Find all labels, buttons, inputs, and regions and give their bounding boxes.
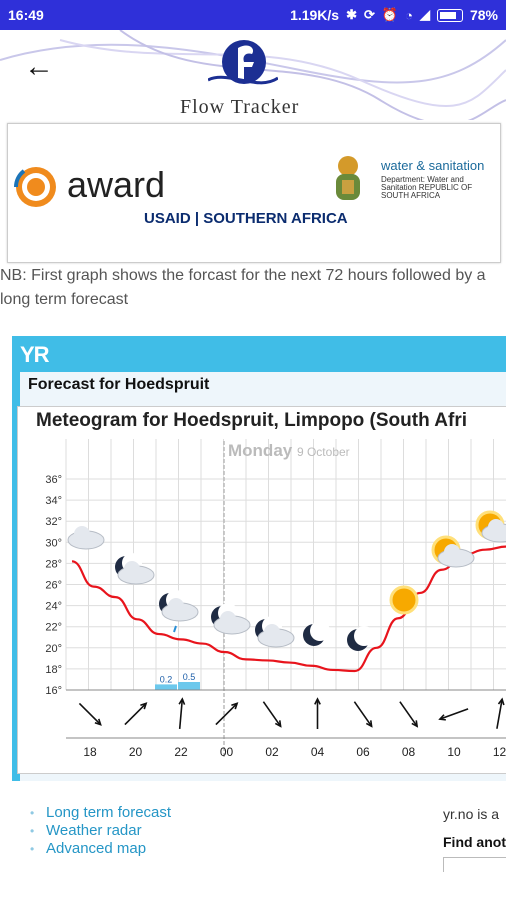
y-tick-label: 32° — [45, 516, 62, 528]
x-tick-label: 00 — [220, 745, 234, 759]
day-date: 9 October — [296, 445, 350, 459]
x-tick-label: 02 — [265, 745, 279, 759]
status-time: 16:49 — [8, 7, 44, 23]
wind-arrow — [439, 708, 469, 720]
x-tick-label: 06 — [356, 745, 370, 759]
coat-of-arms-icon — [336, 156, 360, 200]
yrno-text: yr.no is a — [443, 806, 500, 822]
y-tick-label: 22° — [45, 622, 62, 634]
link-weather-radar[interactable]: Weather radar — [30, 822, 171, 840]
precipitation-label: 0.5 — [183, 672, 196, 682]
wind-arrow — [399, 701, 418, 727]
cloud-puff — [264, 624, 280, 640]
precipitation-bar — [178, 682, 200, 690]
flow-tracker-logo — [208, 40, 278, 85]
yr-links: Long term forecast Weather radar Advance… — [30, 804, 171, 858]
cloud-puff — [488, 519, 504, 535]
bluetooth-icon: ✱ — [346, 7, 358, 22]
y-tick-label: 16° — [45, 685, 62, 697]
sync-icon: ⟳ — [364, 7, 375, 22]
yr-logo[interactable]: YR — [20, 342, 50, 368]
x-tick-label: 08 — [402, 745, 416, 759]
sun-icon — [389, 585, 419, 615]
y-tick-label: 34° — [45, 495, 62, 507]
y-tick-label: 30° — [45, 537, 62, 549]
alarm-icon: ⏰ — [381, 7, 399, 22]
wind-arrow — [78, 702, 102, 726]
signal-icon: ◢ — [419, 7, 430, 22]
wifi-icon: ◔ — [405, 7, 413, 23]
forecast-title: Forecast for Hoedspruit — [28, 376, 210, 393]
cloud-puff — [124, 561, 140, 577]
cloud-puff — [74, 526, 90, 542]
day-name: Monday — [228, 441, 293, 460]
wind-arrow — [215, 702, 238, 726]
wind-arrow — [353, 701, 373, 727]
bottom-strip — [0, 872, 506, 900]
y-tick-label: 26° — [45, 580, 62, 592]
battery-icon — [436, 8, 463, 22]
award-logo-icon — [14, 167, 56, 207]
x-tick-label: 22 — [174, 745, 188, 759]
award-logo-text: award — [67, 164, 166, 205]
app-bar: ← Flow Tracker — [0, 30, 506, 120]
x-tick-label: 10 — [447, 745, 461, 759]
x-tick-label: 04 — [311, 745, 325, 759]
status-bar: 16:49 1.19K/s ✱ ⟳ ⏰ ◔ ◢ 78% — [0, 0, 506, 30]
forecast-note: NB: First graph shows the forcast for th… — [0, 267, 486, 308]
water-sanitation-logo: water & sanitation — [381, 158, 485, 173]
x-tick-label: 12 — [493, 745, 506, 759]
cloud-puff — [168, 598, 184, 614]
partner-logos-banner: award USAID | SOUTHERN AFRICA water & sa… — [7, 123, 501, 263]
find-location-label: Find anot — [443, 834, 506, 850]
precipitation-bar — [155, 684, 177, 690]
battery-percent: 78% — [469, 7, 498, 23]
app-brand: Flow Tracker — [180, 96, 300, 118]
meteogram-chart: 36° 34° 32° 30° 28° 26° 24° 22° 20° 18° 16° 0.2 0.5 1… — [45, 439, 506, 759]
department-text: Department: Water and Sanitation REPUBLI… — [381, 175, 473, 200]
moon-mask — [310, 621, 330, 641]
y-tick-label: 24° — [45, 601, 62, 613]
precipitation-label: 0.2 — [160, 674, 173, 684]
network-speed: 1.19K/s — [290, 7, 340, 23]
y-tick-label: 28° — [45, 558, 62, 570]
wind-arrow — [262, 701, 282, 727]
y-tick-label: 20° — [45, 643, 62, 655]
moon-mask — [354, 626, 374, 646]
cloud-puff — [220, 611, 236, 627]
day-label: Monday 9 October — [228, 441, 350, 461]
link-long-term-forecast[interactable]: Long term forecast — [30, 804, 171, 822]
usaid-logo: USAID | SOUTHERN AFRICA — [144, 210, 348, 227]
wind-arrow — [124, 702, 147, 726]
x-tick-label: 18 — [83, 745, 97, 759]
meteogram: Meteogram for Hoedspruit, Limpopo (South… — [17, 406, 506, 774]
back-arrow-icon[interactable]: ← — [24, 50, 54, 84]
y-tick-label: 18° — [45, 664, 62, 676]
cloud-puff — [444, 544, 460, 560]
link-advanced-map[interactable]: Advanced map — [30, 840, 171, 858]
x-tick-label: 20 — [129, 745, 143, 759]
y-tick-label: 36° — [45, 474, 62, 486]
